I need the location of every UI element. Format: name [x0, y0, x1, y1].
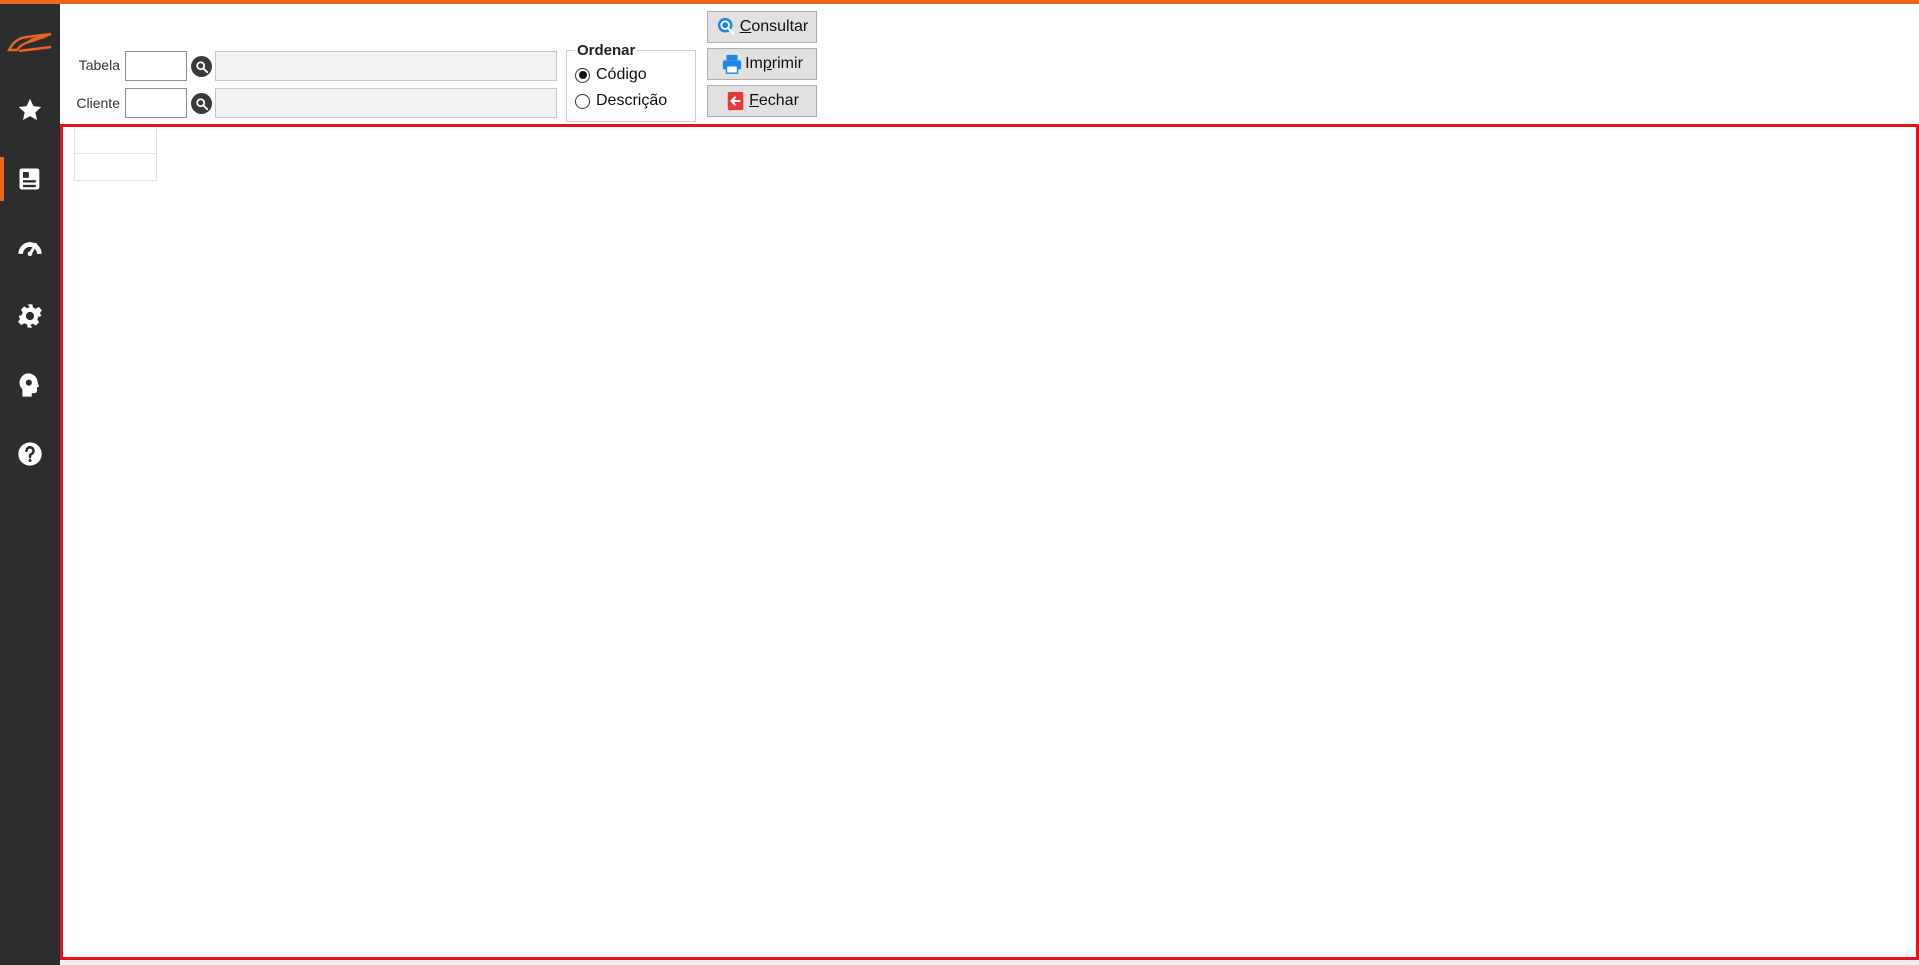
radio-descricao[interactable]: Descrição	[575, 92, 667, 110]
search-icon	[195, 97, 208, 110]
grid-header-cell[interactable]	[75, 127, 157, 154]
cliente-lookup-button[interactable]	[191, 93, 212, 114]
speedometer-icon	[18, 242, 42, 257]
fechar-label: Fechar	[749, 92, 799, 109]
sidebar-item-support[interactable]	[0, 363, 60, 407]
sidebar-item-dashboard[interactable]	[0, 226, 60, 270]
search-icon	[717, 17, 735, 35]
consultar-button[interactable]: Consultar	[707, 11, 817, 43]
fechar-button[interactable]: Fechar	[707, 85, 817, 117]
brand-logo-icon[interactable]	[0, 22, 60, 62]
imprimir-label: Imprimir	[745, 55, 803, 72]
sidebar	[0, 4, 60, 965]
grid-data-cell[interactable]	[75, 154, 157, 181]
sidebar-item-cadastros[interactable]	[0, 157, 60, 201]
tabela-label: Tabela	[78, 57, 120, 73]
radio-codigo[interactable]: Código	[575, 66, 647, 84]
cliente-description-field[interactable]	[215, 88, 557, 118]
imprimir-button[interactable]: Imprimir	[707, 48, 817, 80]
consultar-label: Consultar	[739, 18, 809, 35]
results-grid[interactable]	[60, 124, 1919, 960]
radio-codigo-label: Código	[596, 66, 647, 83]
sidebar-item-help[interactable]	[0, 432, 60, 476]
star-icon	[18, 98, 42, 121]
document-list-icon	[19, 168, 40, 190]
radio-codigo-indicator[interactable]	[575, 67, 590, 83]
status-strip	[60, 960, 1919, 965]
gear-icon	[18, 304, 42, 328]
ordenar-title: Ordenar	[575, 42, 638, 59]
grid-row-indicator-column	[63, 127, 75, 181]
radio-descricao-label: Descrição	[596, 92, 668, 109]
cliente-code-input[interactable]	[125, 88, 187, 118]
search-icon	[195, 60, 208, 73]
cliente-label: Cliente	[76, 95, 120, 111]
sidebar-item-settings[interactable]	[0, 294, 60, 338]
sidebar-item-favorites[interactable]	[0, 88, 60, 132]
help-icon	[18, 442, 42, 466]
radio-descricao-indicator[interactable]	[575, 93, 590, 109]
head-gear-icon	[19, 373, 40, 397]
printer-icon	[722, 54, 742, 74]
tabela-lookup-button[interactable]	[191, 56, 212, 77]
filter-toolbar: Tabela Cliente	[60, 4, 1919, 124]
exit-icon	[727, 91, 744, 111]
tabela-code-input[interactable]	[125, 51, 187, 81]
app-window: Tabela Cliente Ordenar Código Descrição …	[0, 0, 1919, 965]
ordenar-group: Ordenar Código Descrição	[566, 42, 696, 122]
tabela-description-field[interactable]	[215, 51, 557, 81]
